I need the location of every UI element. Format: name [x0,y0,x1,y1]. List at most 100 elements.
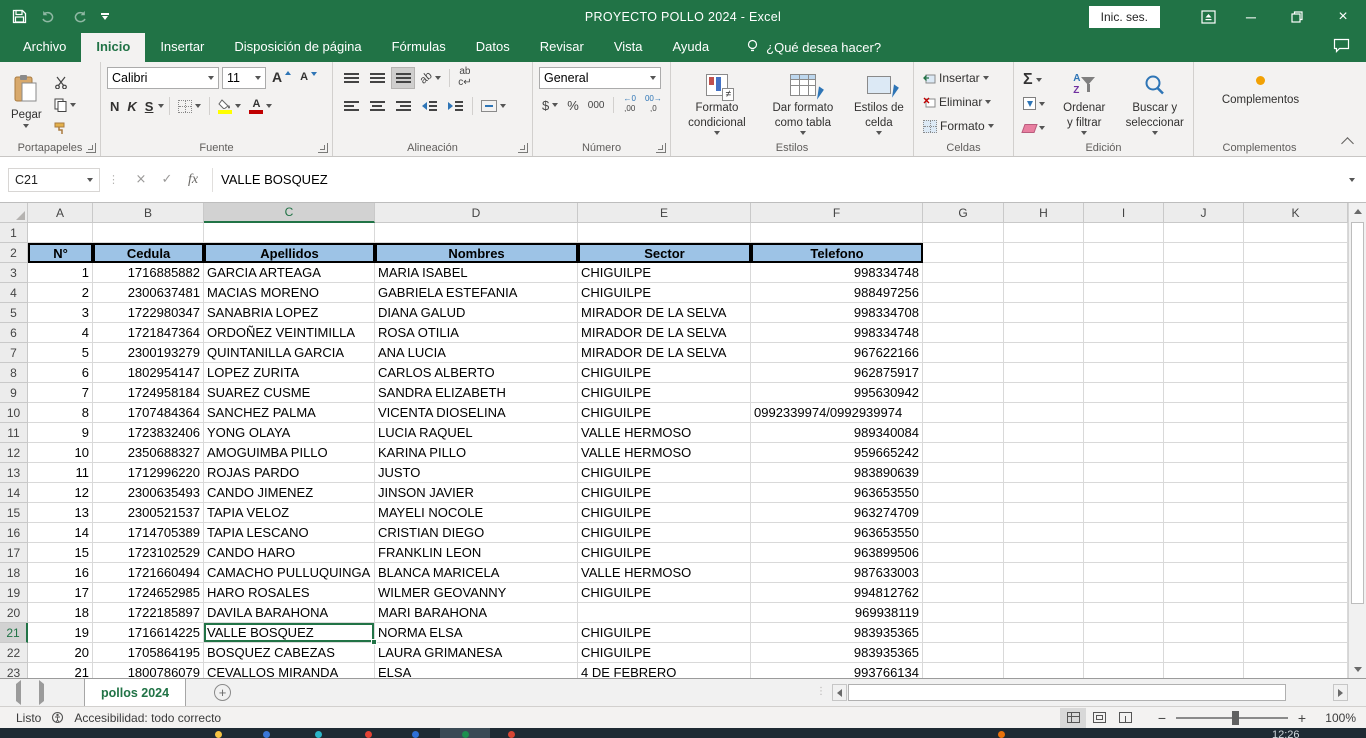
cell-H1[interactable] [1004,223,1084,243]
cell-F8[interactable]: 962875917 [751,363,923,383]
cut-icon[interactable] [51,73,79,91]
cell-A18[interactable]: 16 [28,563,93,583]
cell-J19[interactable] [1164,583,1244,603]
underline-button[interactable]: S [142,96,157,116]
insert-cells-button[interactable]: Insertar [920,68,1009,88]
row-header-15[interactable]: 15 [0,503,28,523]
cell-B10[interactable]: 1707484364 [93,403,204,423]
row-header-17[interactable]: 17 [0,543,28,563]
cell-G15[interactable] [923,503,1004,523]
cell-A15[interactable]: 13 [28,503,93,523]
cell-D13[interactable]: JUSTO [375,463,578,483]
cell-K15[interactable] [1244,503,1348,523]
cell-D11[interactable]: LUCIA RAQUEL [375,423,578,443]
row-header-13[interactable]: 13 [0,463,28,483]
cell-E12[interactable]: VALLE HERMOSO [578,443,751,463]
cell-K21[interactable] [1244,623,1348,643]
merge-center-icon[interactable] [478,96,509,116]
cell-K16[interactable] [1244,523,1348,543]
cell-H17[interactable] [1004,543,1084,563]
row-header-1[interactable]: 1 [0,223,28,243]
restore-button[interactable] [1274,0,1320,33]
cell-D7[interactable]: ANA LUCIA [375,343,578,363]
cell-E8[interactable]: CHIGUILPE [578,363,751,383]
cell-B7[interactable]: 2300193279 [93,343,204,363]
column-header-H[interactable]: H [1004,203,1084,223]
font-dialog-launcher[interactable] [318,143,328,153]
format-as-table-button[interactable]: Dar formato como tabla [763,67,843,138]
column-header-B[interactable]: B [93,203,204,223]
cell-C14[interactable]: CANDO JIMENEZ [204,483,375,503]
cell-K14[interactable] [1244,483,1348,503]
cell-H10[interactable] [1004,403,1084,423]
cell-I20[interactable] [1084,603,1164,623]
cell-F21[interactable]: 983935365 [751,623,923,643]
view-page-break-icon[interactable] [1112,708,1138,728]
cell-D23[interactable]: ELSA [375,663,578,678]
align-top-icon[interactable] [339,67,363,89]
cell-J9[interactable] [1164,383,1244,403]
cell-K12[interactable] [1244,443,1348,463]
scroll-left-icon[interactable] [832,684,847,701]
increase-decimal-icon[interactable]: ←0,00 [620,95,638,115]
accessibility-status[interactable]: Accesibilidad: todo correcto [74,711,221,725]
cell-A10[interactable]: 8 [28,403,93,423]
cell-C13[interactable]: ROJAS PARDO [204,463,375,483]
taskbar-app-icon-4[interactable] [365,731,372,738]
cell-I2[interactable] [1084,243,1164,263]
sign-in-button[interactable]: Inic. ses. [1089,6,1160,28]
cell-C22[interactable]: BOSQUEZ CABEZAS [204,643,375,663]
cell-D19[interactable]: WILMER GEOVANNY [375,583,578,603]
cell-H9[interactable] [1004,383,1084,403]
cell-K18[interactable] [1244,563,1348,583]
cell-A16[interactable]: 14 [28,523,93,543]
cell-C15[interactable]: TAPIA VELOZ [204,503,375,523]
cell-G18[interactable] [923,563,1004,583]
cell-K10[interactable] [1244,403,1348,423]
cell-D10[interactable]: VICENTA DIOSELINA [375,403,578,423]
cell-E14[interactable]: CHIGUILPE [578,483,751,503]
thousands-icon[interactable]: 000 [585,95,608,115]
cell-A14[interactable]: 12 [28,483,93,503]
cell-F15[interactable]: 963274709 [751,503,923,523]
horizontal-scrollbar-thumb[interactable] [848,684,1286,701]
cell-C3[interactable]: GARCIA ARTEAGA [204,263,375,283]
tab-vista[interactable]: Vista [599,33,658,62]
cell-H3[interactable] [1004,263,1084,283]
cell-F20[interactable]: 969938119 [751,603,923,623]
cell-A11[interactable]: 9 [28,423,93,443]
align-bottom-icon[interactable] [391,67,415,89]
find-select-button[interactable]: Buscar y seleccionar [1120,67,1189,138]
column-header-E[interactable]: E [578,203,751,223]
decrease-decimal-icon[interactable]: 00→,0 [642,95,665,115]
cell-C18[interactable]: CAMACHO PULLUQUINGA [204,563,375,583]
cell-F6[interactable]: 998334748 [751,323,923,343]
cell-K2[interactable] [1244,243,1348,263]
cell-F17[interactable]: 963899506 [751,543,923,563]
cell-E9[interactable]: CHIGUILPE [578,383,751,403]
cell-G12[interactable] [923,443,1004,463]
cell-E23[interactable]: 4 DE FEBRERO [578,663,751,678]
cell-D22[interactable]: LAURA GRIMANESA [375,643,578,663]
cell-G7[interactable] [923,343,1004,363]
borders-icon[interactable] [175,96,204,116]
cell-I17[interactable] [1084,543,1164,563]
format-painter-icon[interactable] [51,120,79,138]
tab-inicio[interactable]: Inicio [81,33,145,62]
cell-E6[interactable]: MIRADOR DE LA SELVA [578,323,751,343]
cell-D2[interactable]: Nombres [375,243,578,263]
cell-F23[interactable]: 993766134 [751,663,923,678]
cell-C1[interactable] [204,223,375,243]
cell-F19[interactable]: 994812762 [751,583,923,603]
cell-D18[interactable]: BLANCA MARICELA [375,563,578,583]
previous-sheet-icon[interactable] [16,684,21,702]
cell-B9[interactable]: 1724958184 [93,383,204,403]
cell-C11[interactable]: YONG OLAYA [204,423,375,443]
cell-I22[interactable] [1084,643,1164,663]
cell-I4[interactable] [1084,283,1164,303]
cell-F3[interactable]: 998334748 [751,263,923,283]
selection-fill-handle[interactable] [371,639,377,645]
cell-I3[interactable] [1084,263,1164,283]
cell-D17[interactable]: FRANKLIN LEON [375,543,578,563]
cell-E17[interactable]: CHIGUILPE [578,543,751,563]
